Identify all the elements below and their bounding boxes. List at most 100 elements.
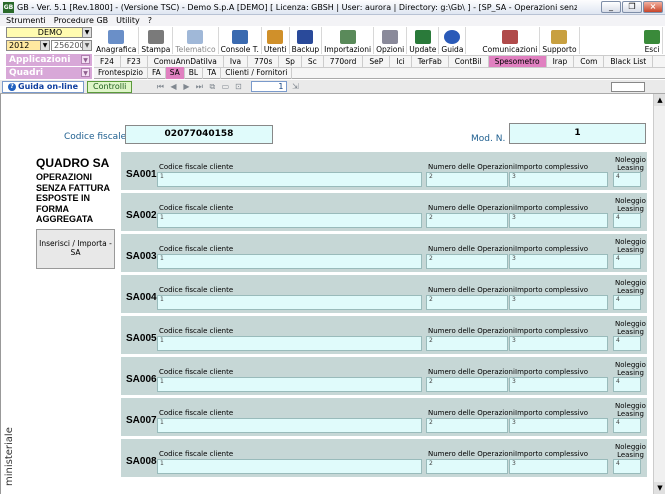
goto-page-icon[interactable]: ⇲ xyxy=(290,82,300,92)
tab-fa[interactable]: FA xyxy=(148,67,166,79)
backup-button[interactable]: Backup xyxy=(290,27,323,54)
opzioni-button[interactable]: Opzioni xyxy=(374,27,408,54)
codice-fiscale-cliente-input[interactable]: 1 xyxy=(157,172,422,187)
importo-complessivo-input[interactable]: 3 xyxy=(509,336,608,351)
tab-sa[interactable]: SA xyxy=(165,67,185,79)
tab-770ord[interactable]: 770ord xyxy=(324,55,364,68)
field-number: 2 xyxy=(429,419,433,426)
codice-fiscale-cliente-input[interactable]: 1 xyxy=(157,254,422,269)
restore-button[interactable]: ❐ xyxy=(622,1,642,13)
stampa-button[interactable]: Stampa xyxy=(139,27,174,54)
vertical-scrollbar[interactable]: ▲ ▼ xyxy=(653,94,665,494)
codice-fiscale-cliente-input[interactable]: 1 xyxy=(157,336,422,351)
codice-fiscale-cliente-input[interactable]: 1 xyxy=(157,377,422,392)
menu-strumenti[interactable]: Strumenti xyxy=(6,16,46,25)
page-view-icon[interactable]: ▭ xyxy=(220,82,230,92)
prev-page-icon[interactable]: ◀ xyxy=(168,82,178,92)
year-select[interactable]: 2012 ▼ xyxy=(6,40,50,51)
page-number-input[interactable]: 1 xyxy=(251,81,288,92)
importazioni-button[interactable]: Importazioni xyxy=(322,27,375,54)
noleggio-leasing-input[interactable]: 4 xyxy=(613,336,641,351)
inserisci-importa-button[interactable]: Inserisci / Importa - SA xyxy=(36,229,115,269)
importo-complessivo-input[interactable]: 3 xyxy=(509,254,608,269)
codice-fiscale-cliente-input[interactable]: 1 xyxy=(157,295,422,310)
numero-operazioni-input[interactable]: 2 xyxy=(426,295,508,310)
menu-utility[interactable]: Utility xyxy=(116,16,140,25)
copy-page-icon[interactable]: ⧉ xyxy=(207,82,217,92)
telematico-button[interactable]: Telematico xyxy=(173,27,219,54)
tab-sep[interactable]: SeP xyxy=(363,55,391,68)
tab-terfab[interactable]: TerFab xyxy=(412,55,449,68)
scroll-up-icon[interactable]: ▲ xyxy=(654,94,665,106)
tab-comuanndatiiva[interactable]: ComuAnnDatiIva xyxy=(148,55,224,68)
tab-clienti-fornitori[interactable]: Clienti / Fornitori xyxy=(221,67,293,79)
tab-sp[interactable]: Sp xyxy=(279,55,302,68)
codice-fiscale-cliente-input[interactable]: 1 xyxy=(157,418,422,433)
numero-operazioni-input[interactable]: 2 xyxy=(426,254,508,269)
scroll-down-icon[interactable]: ▼ xyxy=(654,482,665,494)
numero-operazioni-input[interactable]: 2 xyxy=(426,377,508,392)
tab-spesometro[interactable]: Spesometro xyxy=(488,55,547,68)
numero-operazioni-input[interactable]: 2 xyxy=(426,336,508,351)
tab-frontespizio[interactable]: Frontespizio xyxy=(94,67,148,79)
fit-page-icon[interactable]: ⊡ xyxy=(233,82,243,92)
close-button[interactable]: × xyxy=(643,1,663,13)
noleggio-leasing-input[interactable]: 4 xyxy=(613,213,641,228)
importo-complessivo-input[interactable]: 3 xyxy=(509,213,608,228)
mod-n-field[interactable]: 1 xyxy=(509,123,646,144)
tab-sc[interactable]: Sc xyxy=(302,55,324,68)
tab-ta[interactable]: TA xyxy=(203,67,222,79)
codice-fiscale-cliente-input[interactable]: 1 xyxy=(157,213,422,228)
comunicazioni-button[interactable]: Comunicazioni xyxy=(480,27,541,54)
last-page-icon[interactable]: ⏭ xyxy=(194,82,204,92)
anagrafica-button[interactable]: Anagrafica xyxy=(94,27,140,54)
noleggio-leasing-input[interactable]: 4 xyxy=(613,377,641,392)
supporto-button[interactable]: Supporto xyxy=(540,27,580,54)
tab-irap[interactable]: Irap xyxy=(547,55,575,68)
numero-operazioni-input[interactable]: 2 xyxy=(426,459,508,474)
noleggio-leasing-input[interactable]: 4 xyxy=(613,172,641,187)
field-number: 3 xyxy=(512,214,516,221)
importo-complessivo-input[interactable]: 3 xyxy=(509,418,608,433)
codice-fiscale-cliente-input[interactable]: 1 xyxy=(157,459,422,474)
controlli-button[interactable]: Controlli xyxy=(87,80,133,93)
update-button[interactable]: Update xyxy=(407,27,440,54)
noleggio-leasing-input[interactable]: 4 xyxy=(613,295,641,310)
codice-fiscale-field[interactable]: 02077040158 xyxy=(125,125,273,144)
noleggio-leasing-input[interactable]: 4 xyxy=(613,254,641,269)
next-page-icon[interactable]: ▶ xyxy=(181,82,191,92)
table-row: SA005 Codice fiscale cliente Numero dell… xyxy=(121,316,647,356)
noleggio-leasing-input[interactable]: 4 xyxy=(613,418,641,433)
quadri-selector[interactable]: Quadri ▼ xyxy=(6,67,92,79)
menu-procedure-gb[interactable]: Procedure GB xyxy=(54,16,108,25)
guida-button[interactable]: Guida xyxy=(439,27,467,54)
tab-black-list[interactable]: Black List xyxy=(604,55,654,68)
importo-complessivo-input[interactable]: 3 xyxy=(509,459,608,474)
applicazioni-selector[interactable]: Applicazioni ▼ xyxy=(6,54,92,66)
esci-button[interactable]: Esci xyxy=(642,27,663,54)
importo-complessivo-input[interactable]: 3 xyxy=(509,377,608,392)
importo-complessivo-input[interactable]: 3 xyxy=(509,172,608,187)
tab-com[interactable]: Com xyxy=(574,55,605,68)
tab-f24[interactable]: F24 xyxy=(94,55,121,68)
company-select[interactable]: DEMO ▼ xyxy=(6,27,92,38)
tab-770s[interactable]: 770s xyxy=(248,55,280,68)
minimize-button[interactable]: _ xyxy=(601,1,621,13)
tab-iva[interactable]: Iva xyxy=(224,55,249,68)
importo-complessivo-input[interactable]: 3 xyxy=(509,295,608,310)
utenti-button[interactable]: Utenti xyxy=(262,27,290,54)
guida-online-button[interactable]: ? Guida on-line xyxy=(2,80,85,93)
zoom-select[interactable] xyxy=(611,82,645,92)
noleggio-leasing-input[interactable]: 4 xyxy=(613,459,641,474)
first-page-icon[interactable]: ⏮ xyxy=(155,82,165,92)
numero-operazioni-input[interactable]: 2 xyxy=(426,172,508,187)
tab-contbil[interactable]: ContBil xyxy=(449,55,489,68)
tab-bl[interactable]: BL xyxy=(185,67,204,79)
code-select[interactable]: 256200 - ▼ xyxy=(51,40,92,51)
tab-f23[interactable]: F23 xyxy=(121,55,148,68)
console-button[interactable]: Console T. xyxy=(219,27,262,54)
numero-operazioni-input[interactable]: 2 xyxy=(426,418,508,433)
numero-operazioni-input[interactable]: 2 xyxy=(426,213,508,228)
menu-help[interactable]: ? xyxy=(148,16,152,25)
tab-ici[interactable]: Ici xyxy=(390,55,412,68)
